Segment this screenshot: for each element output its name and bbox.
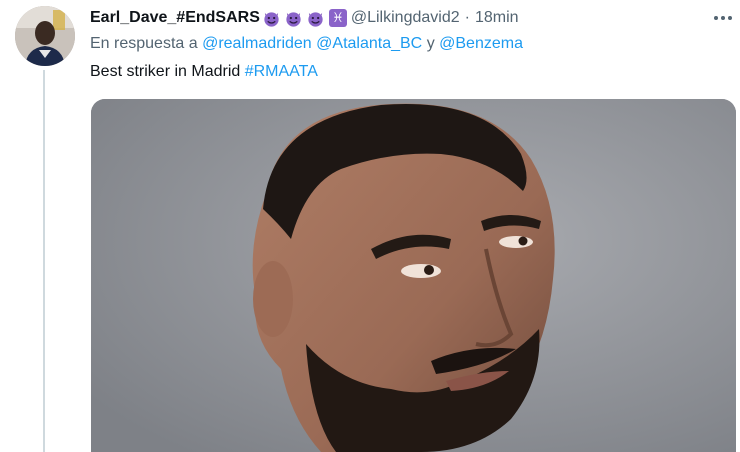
- mention-link[interactable]: @Atalanta_BC: [316, 35, 422, 52]
- avatar-image: [15, 6, 75, 66]
- tweet-text: Best striker in Madrid #RMAATA: [90, 63, 318, 81]
- thread-line: [43, 70, 45, 452]
- mention-link[interactable]: @realmadriden: [202, 35, 312, 52]
- tweet-media-photo[interactable]: [91, 99, 736, 452]
- tweet-header: Earl_Dave_#EndSARS ♓ @Lilkingdavid2 · 18…: [90, 8, 519, 28]
- separator-dot: ·: [464, 9, 470, 26]
- reply-prefix: En respuesta a: [90, 35, 198, 52]
- more-horizontal-icon: [714, 16, 718, 20]
- display-name[interactable]: Earl_Dave_#EndSARS: [90, 9, 260, 27]
- more-dot: [721, 16, 725, 20]
- smiling-imp-emoji: [286, 11, 301, 27]
- pisces-emoji: ♓: [328, 9, 347, 27]
- name-emojis: ♓: [262, 9, 351, 28]
- reply-conjunction: y: [426, 35, 435, 52]
- reply-context: En respuesta a @realmadriden @Atalanta_B…: [90, 35, 523, 53]
- tweet-body: Best striker in Madrid: [90, 63, 241, 80]
- user-handle[interactable]: @Lilkingdavid2: [351, 9, 460, 27]
- smiling-imp-emoji: [308, 11, 323, 27]
- tweet[interactable]: Earl_Dave_#EndSARS ♓ @Lilkingdavid2 · 18…: [0, 0, 740, 452]
- timestamp[interactable]: 18min: [475, 9, 519, 27]
- smiling-imp-emoji: [264, 11, 279, 27]
- avatar[interactable]: [15, 6, 75, 66]
- more-options-button[interactable]: [710, 8, 736, 28]
- hashtag-link[interactable]: #RMAATA: [245, 63, 318, 80]
- photo-image: [91, 99, 736, 452]
- mention-link[interactable]: @Benzema: [439, 35, 523, 52]
- more-dot: [728, 16, 732, 20]
